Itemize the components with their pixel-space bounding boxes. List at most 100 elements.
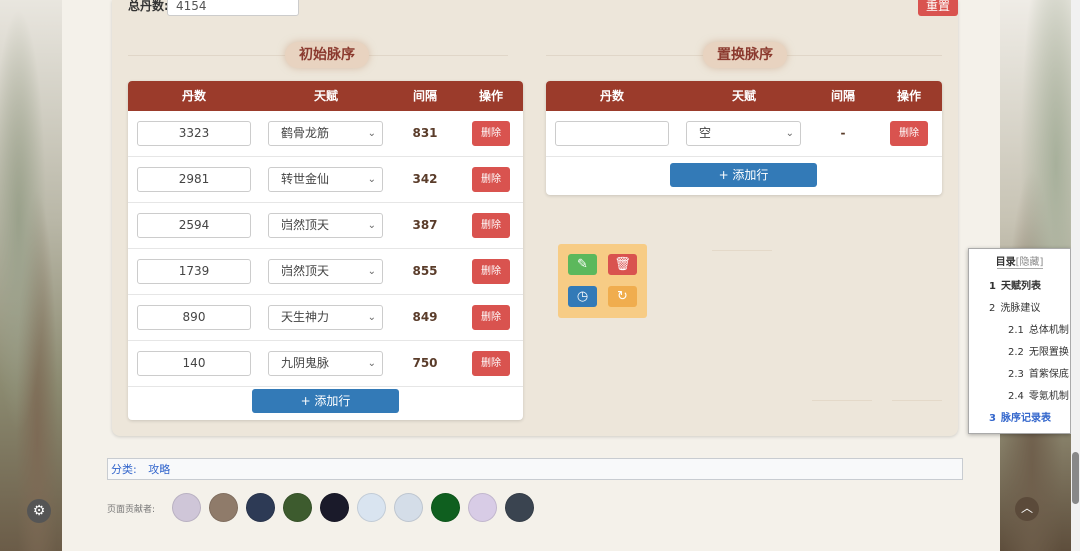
- toc-title-underline: [997, 268, 1043, 269]
- scrollbar[interactable]: [1071, 0, 1080, 551]
- toc-item-number: 2.3: [1008, 369, 1024, 380]
- reset-button[interactable]: 重置: [918, 0, 958, 16]
- interval-value: 855: [412, 264, 438, 278]
- toc-item-label: 洗脉建议: [1000, 303, 1041, 314]
- contributor-avatar[interactable]: [246, 493, 275, 522]
- delete-row-button[interactable]: 删除: [472, 305, 510, 330]
- contributor-avatar[interactable]: [283, 493, 312, 522]
- chevron-down-icon: ⌄: [785, 128, 794, 139]
- contributor-avatar[interactable]: [357, 493, 386, 522]
- column-header-talent: 天赋: [313, 89, 338, 103]
- initial-add-row-button[interactable]: + 添加行: [252, 389, 399, 413]
- trash-icon[interactable]: 🗑: [608, 254, 637, 275]
- chevron-up-icon[interactable]: ︿: [1015, 497, 1039, 521]
- scrollbar-thumb[interactable]: [1072, 452, 1079, 504]
- toc-item-label: 首紫保底: [1028, 369, 1069, 380]
- dan-input[interactable]: 890: [137, 305, 251, 330]
- column-header-interval: 间隔: [830, 89, 855, 103]
- table-row: 2981 转世金仙 ⌄ 342 删除: [128, 157, 523, 203]
- delete-row-button[interactable]: 删除: [472, 167, 510, 192]
- contributor-avatar[interactable]: [320, 493, 349, 522]
- table-of-contents: 目录[隐藏] 1 天赋列表 2 洗脉建议 2.1 总体机制 2.2 无限置换 2.3 首紫…: [968, 248, 1071, 434]
- toc-item-number: 1: [989, 281, 996, 292]
- talent-select[interactable]: 鹤骨龙筋 ⌄: [268, 121, 383, 146]
- delete-row-button[interactable]: 删除: [472, 121, 510, 146]
- column-header-dan: 丹数: [181, 89, 206, 103]
- calculator-card: 总丹数: 4154 重置 初始脉序 置换脉序 丹数 天赋 间隔 操作 3323 鹤…: [112, 0, 958, 436]
- talent-select[interactable]: 岿然顶天 ⌄: [268, 213, 383, 238]
- chevron-down-icon: ⌄: [367, 128, 376, 139]
- delete-row-button[interactable]: 删除: [472, 259, 510, 284]
- chevron-down-icon: ⌄: [367, 358, 376, 369]
- delete-row-button[interactable]: 删除: [890, 121, 928, 146]
- toc-item[interactable]: 2.3 首紫保底: [1008, 365, 1069, 380]
- table-row: 空 ⌄ - 删除: [546, 111, 942, 157]
- total-dan-input[interactable]: 4154: [167, 0, 299, 16]
- interval-value: 849: [412, 310, 438, 324]
- initial-section-title: 初始脉序: [285, 42, 369, 68]
- talent-select[interactable]: 天生神力 ⌄: [268, 305, 383, 330]
- talent-select-value: 九阴鬼脉: [281, 356, 330, 370]
- toc-item-label: 无限置换: [1028, 347, 1069, 358]
- interval-value: -: [840, 126, 846, 140]
- talent-select-value: 天生神力: [281, 310, 330, 324]
- toc-item[interactable]: 2.4 零氪机制: [1008, 387, 1069, 402]
- talent-select-value: 鹤骨龙筋: [281, 126, 330, 140]
- gear-icon[interactable]: ⚙: [27, 499, 51, 523]
- category-label: 分类:: [111, 463, 137, 476]
- contributors-label: 页面贡献者:: [107, 505, 156, 515]
- delete-row-button[interactable]: 删除: [472, 351, 510, 376]
- dan-input[interactable]: 3323: [137, 121, 251, 146]
- interval-value: 387: [412, 218, 438, 232]
- talent-select-value: 空: [699, 126, 712, 140]
- toc-item-number: 2.1: [1008, 325, 1024, 336]
- dan-input[interactable]: 2594: [137, 213, 251, 238]
- contributor-avatar[interactable]: [209, 493, 238, 522]
- chevron-down-icon: ⌄: [367, 220, 376, 231]
- column-header-dan: 丹数: [599, 89, 624, 103]
- talent-select[interactable]: 九阴鬼脉 ⌄: [268, 351, 383, 376]
- dan-input[interactable]: 1739: [137, 259, 251, 284]
- talent-select[interactable]: 空 ⌄: [686, 121, 801, 146]
- dan-input[interactable]: 140: [137, 351, 251, 376]
- table-row: 3323 鹤骨龙筋 ⌄ 831 删除: [128, 111, 523, 157]
- toc-item-active[interactable]: 3 脉序记录表: [989, 409, 1051, 424]
- replace-table: 丹数 天赋 间隔 操作 空 ⌄ - 删除 + 添加行: [546, 81, 942, 195]
- contributor-avatar[interactable]: [468, 493, 497, 522]
- toc-item[interactable]: 2.1 总体机制: [1008, 321, 1069, 336]
- chevron-down-icon: ⌄: [367, 266, 376, 277]
- left-decorative-background: [0, 0, 62, 551]
- replace-add-row-button[interactable]: + 添加行: [670, 163, 817, 187]
- talent-select[interactable]: 岿然顶天 ⌄: [268, 259, 383, 284]
- initial-table: 丹数 天赋 间隔 操作 3323 鹤骨龙筋 ⌄ 831 删除 2981 转世金仙 ⌄ 342 删除…: [128, 81, 523, 420]
- toc-item[interactable]: 2 洗脉建议: [989, 299, 1040, 314]
- chevron-down-icon: ⌄: [367, 312, 376, 323]
- contributor-avatar[interactable]: [505, 493, 534, 522]
- toc-hide-link[interactable]: [隐藏]: [1016, 257, 1044, 268]
- table-row: 2594 岿然顶天 ⌄ 387 删除: [128, 203, 523, 249]
- toc-item-label: 脉序记录表: [1000, 413, 1051, 424]
- contributor-avatar[interactable]: [172, 493, 201, 522]
- toc-item[interactable]: 1 天赋列表: [989, 277, 1041, 292]
- initial-table-header: 丹数 天赋 间隔 操作: [128, 81, 523, 111]
- table-row: 140 九阴鬼脉 ⌄ 750 删除: [128, 341, 523, 387]
- toc-item-label: 零氪机制: [1028, 391, 1069, 402]
- talent-select[interactable]: 转世金仙 ⌄: [268, 167, 383, 192]
- category-link[interactable]: 攻略: [148, 463, 170, 476]
- toc-item-number: 2.4: [1008, 391, 1024, 402]
- refresh-icon[interactable]: ↻: [608, 286, 637, 307]
- clock-icon[interactable]: ◷: [568, 286, 597, 307]
- delete-row-button[interactable]: 删除: [472, 213, 510, 238]
- contributor-avatar[interactable]: [431, 493, 460, 522]
- dan-input[interactable]: 2981: [137, 167, 251, 192]
- wave-decoration: [892, 400, 942, 401]
- pencil-icon[interactable]: ✎: [568, 254, 597, 275]
- category-bar: 分类: 攻略: [107, 458, 963, 480]
- toc-title: 目录[隐藏]: [969, 253, 1070, 268]
- contributor-avatar[interactable]: [394, 493, 423, 522]
- toc-item[interactable]: 2.2 无限置换: [1008, 343, 1069, 358]
- column-header-talent: 天赋: [731, 89, 756, 103]
- dan-input[interactable]: [555, 121, 669, 146]
- talent-select-value: 转世金仙: [281, 172, 330, 186]
- column-header-action: 操作: [896, 89, 921, 103]
